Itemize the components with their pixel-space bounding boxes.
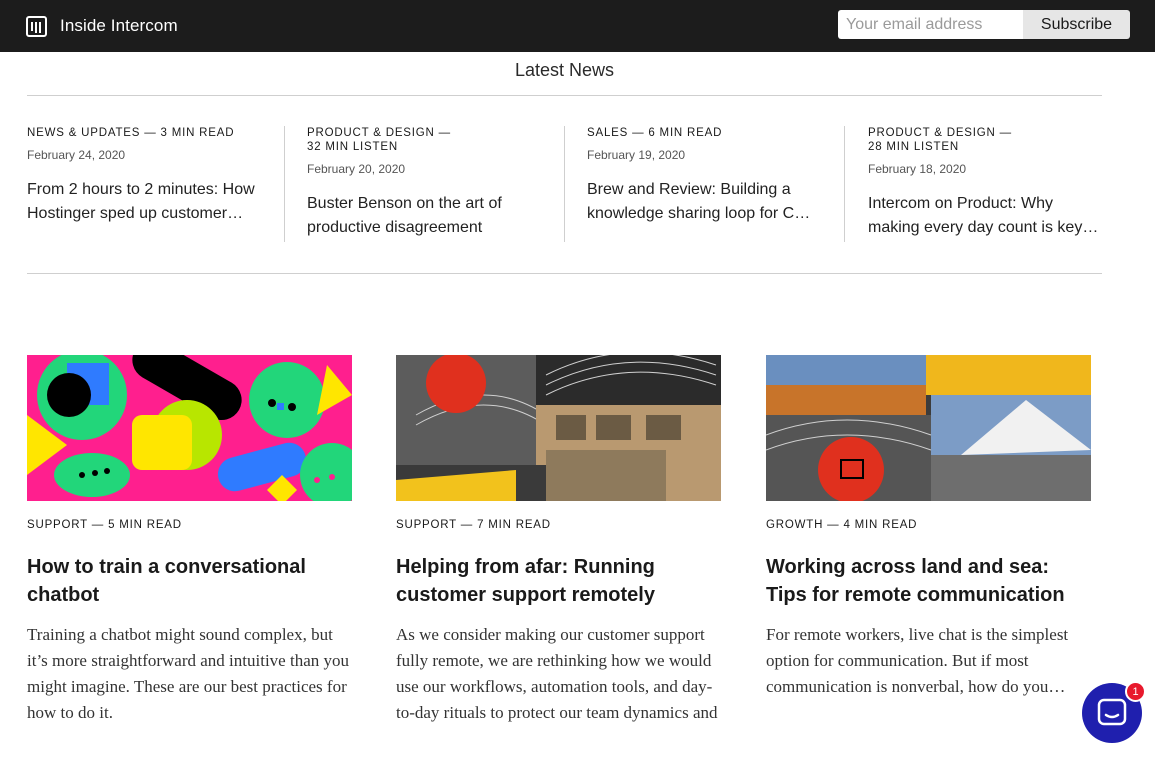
card-meta: SUPPORT — 7 MIN READ <box>396 519 551 531</box>
chatbot-illustration-image[interactable] <box>27 355 352 501</box>
news-title[interactable]: Intercom on Product: Why making every da… <box>868 192 1102 240</box>
land-and-sea-collage-image[interactable] <box>766 355 1091 501</box>
news-item[interactable]: NEWS & UPDATES — 3 MIN READ February 24,… <box>27 126 285 226</box>
article-card[interactable]: SUPPORT — 5 MIN READ How to train a conv… <box>27 355 353 726</box>
notification-badge: 1 <box>1125 681 1146 702</box>
news-category: SALES — 6 MIN READ <box>587 127 723 139</box>
divider <box>27 95 1102 96</box>
card-meta: GROWTH — 4 MIN READ <box>766 519 918 531</box>
news-category: NEWS & UPDATES — 3 MIN READ <box>27 127 235 139</box>
news-date: February 20, 2020 <box>307 162 406 176</box>
remote-support-collage-image[interactable] <box>396 355 721 501</box>
card-title[interactable]: How to train a conversational chatbot <box>27 553 353 609</box>
news-title[interactable]: From 2 hours to 2 minutes: How Hostinger… <box>27 178 285 226</box>
subscribe-button[interactable]: Subscribe <box>1023 10 1130 39</box>
card-description: For remote workers, live chat is the sim… <box>766 625 1069 696</box>
article-card[interactable]: SUPPORT — 7 MIN READ Helping from afar: … <box>396 355 722 726</box>
latest-news-heading: Latest News <box>514 60 615 80</box>
card-title[interactable]: Helping from afar: Running customer supp… <box>396 553 722 609</box>
news-date: February 18, 2020 <box>868 162 967 176</box>
divider <box>27 273 1102 274</box>
card-meta: SUPPORT — 5 MIN READ <box>27 519 182 531</box>
site-title: Inside Intercom <box>60 16 178 35</box>
top-bar: Inside Intercom Subscribe <box>0 0 1155 52</box>
article-card[interactable]: GROWTH — 4 MIN READ Working across land … <box>766 355 1092 700</box>
messenger-icon <box>1097 698 1127 726</box>
intercom-logo-icon <box>26 15 47 37</box>
news-category: PRODUCT & DESIGN — 28 MIN LISTEN <box>868 127 1012 153</box>
news-title[interactable]: Buster Benson on the art of productive d… <box>307 192 542 240</box>
email-input[interactable] <box>838 10 1024 39</box>
brand-link[interactable]: Inside Intercom <box>26 14 178 38</box>
card-description: Training a chatbot might sound complex, … <box>27 625 349 722</box>
news-item[interactable]: PRODUCT & DESIGN — 32 MIN LISTEN Februar… <box>284 126 542 242</box>
card-description: As we consider making our customer suppo… <box>396 625 718 722</box>
news-date: February 19, 2020 <box>587 148 686 162</box>
news-item[interactable]: PRODUCT & DESIGN — 28 MIN LISTEN Februar… <box>844 126 1102 242</box>
news-date: February 24, 2020 <box>27 148 126 162</box>
card-title[interactable]: Working across land and sea: Tips for re… <box>766 553 1092 609</box>
news-category: PRODUCT & DESIGN — 32 MIN LISTEN <box>307 127 451 153</box>
news-item[interactable]: SALES — 6 MIN READ February 19, 2020 Bre… <box>564 126 822 242</box>
news-title[interactable]: Brew and Review: Building a knowledge sh… <box>587 178 822 226</box>
